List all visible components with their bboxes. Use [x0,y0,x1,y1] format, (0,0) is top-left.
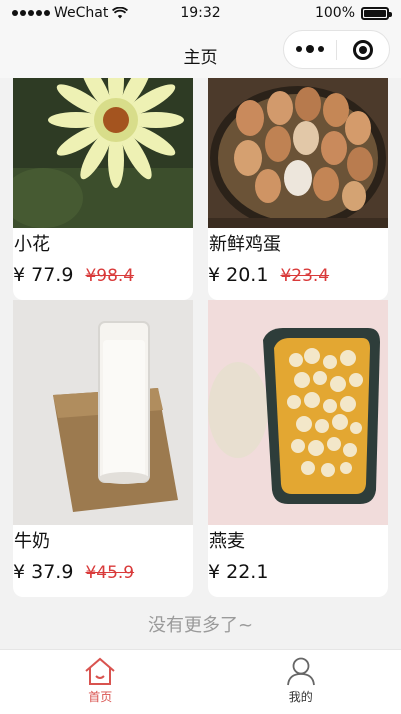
status-bar: WeChat 19:32 100% [0,0,401,28]
tab-home[interactable]: 首页 [0,650,201,714]
battery-icon [361,6,392,20]
user-icon [286,657,315,686]
product-price: ¥ 37.9 [13,561,74,583]
product-original-price: ¥45.9 [85,563,135,583]
no-more-note: 没有更多了~ [147,615,254,636]
price-row: ¥ 77.9 ¥98.4 [13,262,193,300]
product-name: 燕麦 [209,531,245,552]
product-card[interactable]: 牛奶 ¥ 37.9 ¥45.9 [13,300,193,597]
tab-mine-label: 我的 [288,690,313,704]
product-original-price: ¥98.4 [85,266,135,286]
product-card[interactable]: 新鲜鸡蛋 ¥ 20.1 ¥23.4 [208,78,388,300]
product-price: ¥ 77.9 [13,264,74,286]
mini-program-capsule [283,30,390,69]
price-row: ¥ 20.1 ¥23.4 [208,262,388,300]
product-image-oats [208,300,388,525]
product-price: ¥ 22.1 [208,561,269,583]
home-icon [85,657,115,685]
product-list[interactable]: 小花 ¥ 77.9 ¥98.4 新鲜鸡蛋 ¥ 20.1 ¥23.4 牛奶 ¥ 3… [0,78,401,649]
close-mini-program-icon[interactable] [337,39,389,60]
product-image-milk [13,300,193,525]
nav-bar: 主页 [0,28,401,78]
price-row: ¥ 37.9 ¥45.9 [13,559,193,597]
product-name: 小花 [14,234,50,255]
product-original-price: ¥23.4 [280,266,330,286]
product-card[interactable]: 小花 ¥ 77.9 ¥98.4 [13,78,193,300]
tab-mine[interactable]: 我的 [201,650,401,714]
product-image-flower [13,78,193,228]
product-card[interactable]: 燕麦 ¥ 22.1 [208,300,388,597]
battery-info: 100% [314,5,392,21]
product-name: 新鲜鸡蛋 [209,234,281,255]
price-row: ¥ 22.1 [208,559,388,597]
product-price: ¥ 20.1 [208,264,269,286]
product-image-eggs [208,78,388,228]
tab-home-label: 首页 [88,690,113,704]
product-name: 牛奶 [14,531,50,552]
battery-percent: 100% [314,5,355,21]
tab-bar: 首页 我的 [0,649,401,714]
more-options-icon[interactable] [284,45,336,53]
